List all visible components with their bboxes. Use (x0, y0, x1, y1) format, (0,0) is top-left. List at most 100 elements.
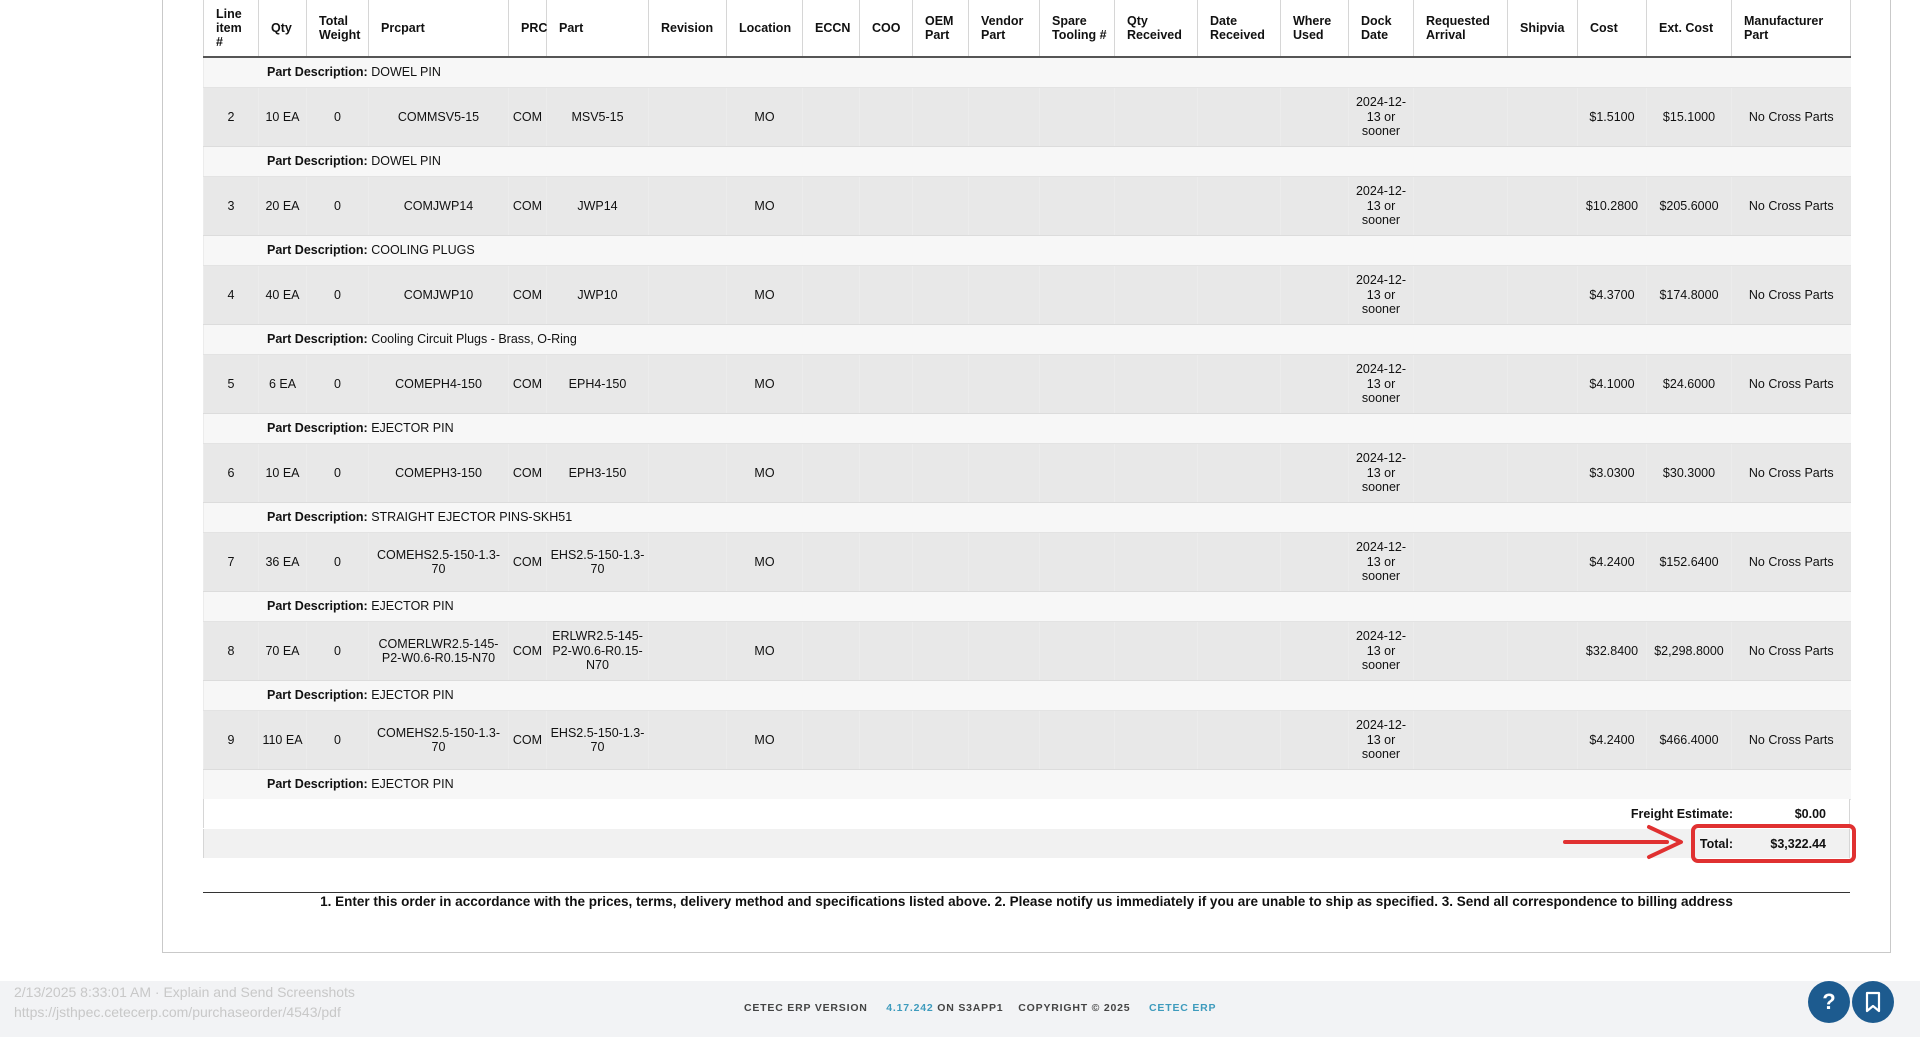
column-header: Total Weight (306, 0, 369, 58)
column-header: Vendor Part (968, 0, 1040, 58)
table-cell: MO (726, 621, 803, 681)
table-cell: EHS2.5-150-1.3-70 (546, 532, 649, 592)
table-cell: 40 EA (258, 265, 307, 325)
part-description-text: EJECTOR PIN (371, 688, 454, 703)
table-cell: 10 EA (258, 87, 307, 147)
table-cell: 4 (203, 265, 259, 325)
table-cell: 2024-12-13 or sooner (1348, 621, 1414, 681)
table-cell (912, 621, 969, 681)
table-cell: No Cross Parts (1731, 532, 1851, 592)
table-cell: EPH4-150 (546, 354, 649, 414)
question-icon: ? (1822, 989, 1836, 1014)
table-cell: 6 (203, 443, 259, 503)
table-cell: 8 (203, 621, 259, 681)
table-cell (1197, 621, 1281, 681)
table-cell: 36 EA (258, 532, 307, 592)
table-cell (968, 710, 1040, 770)
cetec-erp-link[interactable]: CETEC ERP (1149, 1002, 1216, 1014)
bookmark-icon (1865, 991, 1881, 1013)
column-header: Ext. Cost (1646, 0, 1732, 58)
table-cell: $205.6000 (1646, 176, 1732, 236)
table-cell (1197, 176, 1281, 236)
table-cell (1039, 710, 1115, 770)
table-cell: COMJWP14 (368, 176, 509, 236)
table-cell (802, 176, 860, 236)
part-description-text: DOWEL PIN (371, 65, 441, 80)
table-cell: 6 EA (258, 354, 307, 414)
table-cell: $4.2400 (1577, 532, 1647, 592)
part-description-row: Part Description: EJECTOR PIN (203, 413, 1851, 444)
table-cell (802, 354, 860, 414)
table-cell (912, 710, 969, 770)
table-cell (1507, 176, 1578, 236)
column-header: Revision (648, 0, 727, 58)
part-description-label: Part Description: (267, 421, 368, 436)
part-description-row: Part Description: DOWEL PIN (203, 146, 1851, 177)
table-cell: $30.3000 (1646, 443, 1732, 503)
table-cell: 2 (203, 87, 259, 147)
table-cell (1413, 354, 1508, 414)
table-cell (968, 265, 1040, 325)
table-cell: 2024-12-13 or sooner (1348, 354, 1414, 414)
part-description-row: Part Description: EJECTOR PIN (203, 680, 1851, 711)
column-header: Shipvia (1507, 0, 1578, 58)
version-link[interactable]: 4.17.242 (886, 1002, 933, 1014)
table-cell (859, 621, 913, 681)
table-cell (1039, 176, 1115, 236)
table-cell: 0 (306, 443, 369, 503)
help-button[interactable]: ? (1808, 981, 1850, 1023)
column-header: Part (546, 0, 649, 58)
table-row: 2 10 EA 0 COMMSV5-15 COM MSV5-15 MO 2024-12-13 … (203, 87, 1851, 147)
table-cell (1280, 443, 1349, 503)
table-cell: COM (508, 621, 547, 681)
table-cell (1114, 532, 1198, 592)
table-cell: 0 (306, 710, 369, 770)
table-cell (968, 532, 1040, 592)
table-cell (859, 710, 913, 770)
table-cell: 2024-12-13 or sooner (1348, 532, 1414, 592)
table-cell: $4.1000 (1577, 354, 1647, 414)
part-description-label: Part Description: (267, 599, 368, 614)
table-cell (802, 443, 860, 503)
table-cell (648, 710, 727, 770)
part-description-row: Part Description: EJECTOR PIN (203, 591, 1851, 622)
table-cell: MO (726, 710, 803, 770)
screenshot-timestamp: 2/13/2025 8:33:01 AM · Explain and Send … (14, 984, 355, 1000)
table-cell (912, 532, 969, 592)
column-header: Qty (258, 0, 307, 58)
table-cell: No Cross Parts (1731, 710, 1851, 770)
part-description-row: Part Description: EJECTOR PIN (203, 769, 1851, 800)
table-cell (1413, 710, 1508, 770)
column-header: Date Received (1197, 0, 1281, 58)
part-description-text: DOWEL PIN (371, 154, 441, 169)
table-cell (1507, 621, 1578, 681)
table-cell: 9 (203, 710, 259, 770)
table-cell (1507, 443, 1578, 503)
table-cell: MSV5-15 (546, 87, 649, 147)
table-cell: 0 (306, 532, 369, 592)
table-cell: No Cross Parts (1731, 265, 1851, 325)
table-cell: 2024-12-13 or sooner (1348, 265, 1414, 325)
column-header: Where Used (1280, 0, 1349, 58)
table-cell: MO (726, 532, 803, 592)
table-cell (859, 443, 913, 503)
table-cell: 2024-12-13 or sooner (1348, 443, 1414, 503)
table-cell: 110 EA (258, 710, 307, 770)
table-cell (859, 532, 913, 592)
part-description-text: EJECTOR PIN (371, 777, 454, 792)
table-cell (1197, 265, 1281, 325)
table-cell: No Cross Parts (1731, 87, 1851, 147)
table-row: 8 70 EA 0 COMERLWR2.5-145-P2-W0.6-R0.15-N70… (203, 621, 1851, 681)
table-cell (1197, 87, 1281, 147)
table-cell (802, 532, 860, 592)
table-cell: 2024-12-13 or sooner (1348, 87, 1414, 147)
table-cell (648, 532, 727, 592)
table-row: 7 36 EA 0 COMEHS2.5-150-1.3-70 COM EHS2.5-150… (203, 532, 1851, 592)
table-cell (648, 265, 727, 325)
table-cell: ERLWR2.5-145-P2-W0.6-R0.15-N70 (546, 621, 649, 681)
table-cell (859, 354, 913, 414)
column-header: Cost (1577, 0, 1647, 58)
screenshot-url: https://jsthpec.cetecerp.com/purchaseord… (14, 1004, 341, 1020)
table-cell: COM (508, 443, 547, 503)
bookmark-button[interactable] (1852, 981, 1894, 1023)
